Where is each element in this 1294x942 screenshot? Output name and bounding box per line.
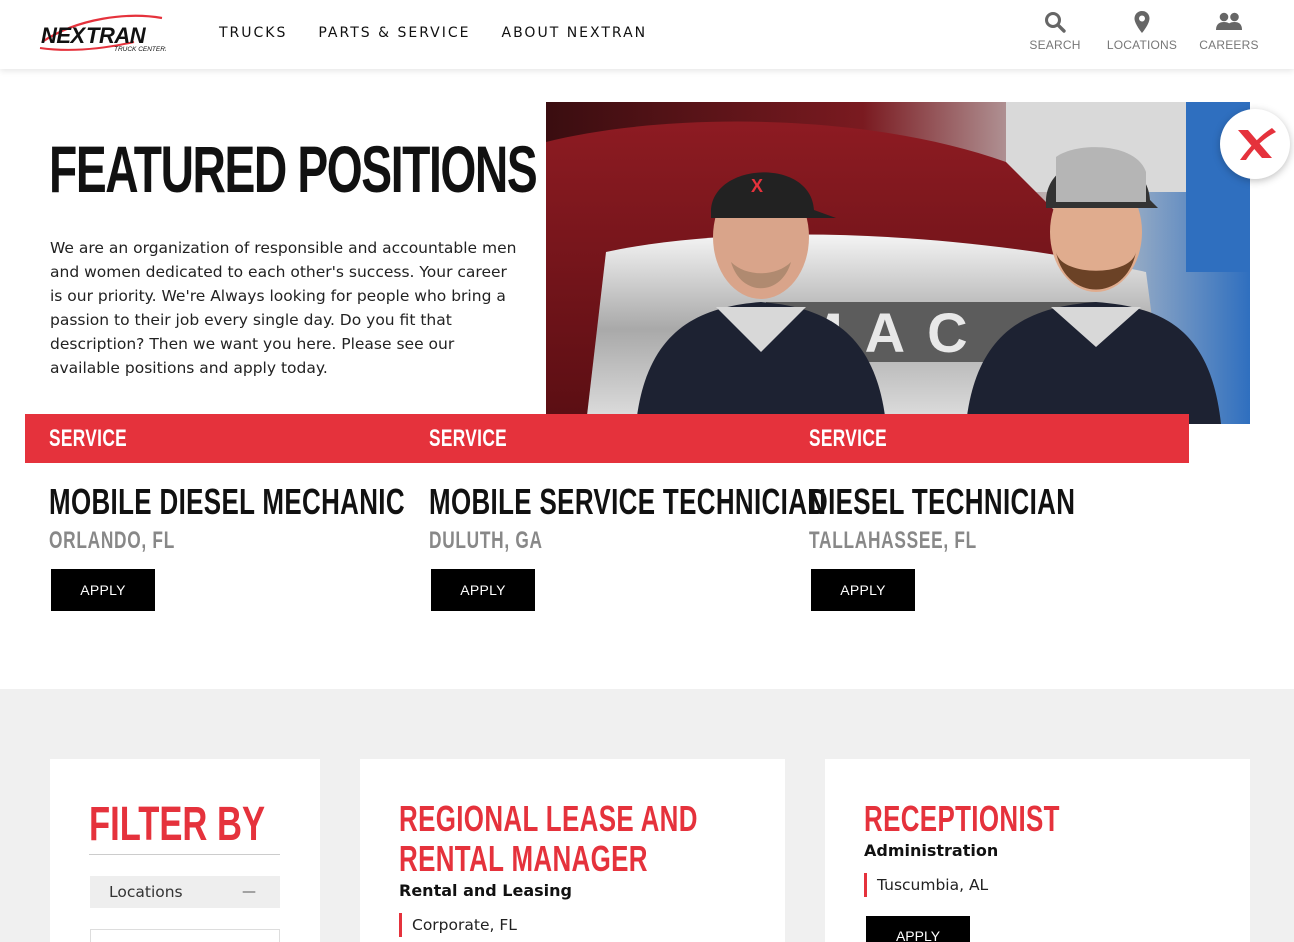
site-header: NEX TRAN TRUCK CENTERS TRUCKS PARTS & SE…	[0, 0, 1294, 69]
job-category: SERVICE	[429, 425, 508, 452]
careers-label: CAREERS	[1199, 38, 1259, 52]
collapse-icon: —	[242, 884, 256, 900]
filter-title: FILTER BY	[89, 798, 265, 851]
job-department: Administration	[864, 841, 999, 860]
job-listings-section: FILTER BY Locations — REGIONAL LEASE AND…	[0, 689, 1294, 942]
location-filter-input[interactable]	[90, 929, 280, 942]
job-title: DIESEL TECHNICIAN	[809, 481, 1076, 522]
svg-text:X: X	[751, 176, 763, 196]
people-icon	[1215, 9, 1243, 35]
filter-section-label: Locations	[109, 883, 183, 901]
job-location: Tuscumbia, AL	[864, 873, 988, 897]
job-location: DULUTH, GA	[429, 527, 543, 554]
apply-button[interactable]: APPLY	[866, 916, 970, 942]
job-location: TALLAHASSEE, FL	[809, 527, 977, 554]
apply-button[interactable]: APPLY	[51, 569, 155, 611]
main-nav: TRUCKS PARTS & SERVICE ABOUT NEXTRAN	[219, 25, 647, 41]
job-title[interactable]: REGIONAL LEASE AND RENTAL MANAGER	[399, 799, 730, 879]
job-title: MOBILE SERVICE TECHNICIAN	[429, 481, 827, 522]
locations-label: LOCATIONS	[1106, 38, 1178, 52]
job-listing-card: REGIONAL LEASE AND RENTAL MANAGER Rental…	[360, 759, 785, 942]
job-title[interactable]: RECEPTIONIST	[864, 799, 1195, 839]
featured-job-card: SERVICE MOBILE SERVICE TECHNICIAN DULUTH…	[429, 414, 827, 611]
nav-about-nextran[interactable]: ABOUT NEXTRAN	[502, 25, 648, 41]
apply-button[interactable]: APPLY	[431, 569, 535, 611]
locations-link[interactable]: LOCATIONS	[1106, 9, 1178, 52]
nav-trucks[interactable]: TRUCKS	[219, 25, 287, 41]
search-label: SEARCH	[1029, 38, 1081, 52]
utility-nav: SEARCH LOCATIONS CAREERS	[1024, 9, 1260, 52]
filter-locations-toggle[interactable]: Locations —	[90, 876, 280, 908]
svg-text:NEX: NEX	[41, 23, 87, 48]
filter-panel: FILTER BY Locations —	[50, 759, 320, 942]
intro-paragraph: We are an organization of responsible an…	[50, 239, 517, 377]
careers-link[interactable]: CAREERS	[1198, 9, 1260, 52]
job-category: SERVICE	[49, 425, 128, 452]
apply-button[interactable]: APPLY	[811, 569, 915, 611]
location-pin-icon	[1133, 9, 1151, 35]
featured-job-card: SERVICE MOBILE DIESEL MECHANIC ORLANDO, …	[49, 414, 429, 611]
job-location: Corporate, FL	[399, 913, 517, 937]
svg-text:TRUCK CENTERS: TRUCK CENTERS	[114, 46, 166, 53]
job-department: Rental and Leasing	[399, 881, 572, 900]
job-listing-card: RECEPTIONIST Administration Tuscumbia, A…	[825, 759, 1250, 942]
search-icon	[1043, 9, 1067, 35]
svg-text:TRAN: TRAN	[86, 23, 147, 48]
search-link[interactable]: SEARCH	[1024, 9, 1086, 52]
page-title: FEATURED POSITIONS	[49, 132, 538, 206]
filter-divider	[89, 854, 280, 855]
nav-parts-service[interactable]: PARTS & SERVICE	[318, 25, 470, 41]
featured-job-card: SERVICE DIESEL TECHNICIAN TALLAHASSEE, F…	[809, 414, 1189, 611]
nextran-logo[interactable]: NEX TRAN TRUCK CENTERS	[38, 12, 166, 56]
nextran-x-badge-icon[interactable]	[1220, 109, 1290, 179]
hero-photo: MAC X	[546, 102, 1250, 424]
job-location: ORLANDO, FL	[49, 527, 175, 554]
job-category: SERVICE	[809, 425, 888, 452]
job-title: MOBILE DIESEL MECHANIC	[49, 481, 405, 522]
